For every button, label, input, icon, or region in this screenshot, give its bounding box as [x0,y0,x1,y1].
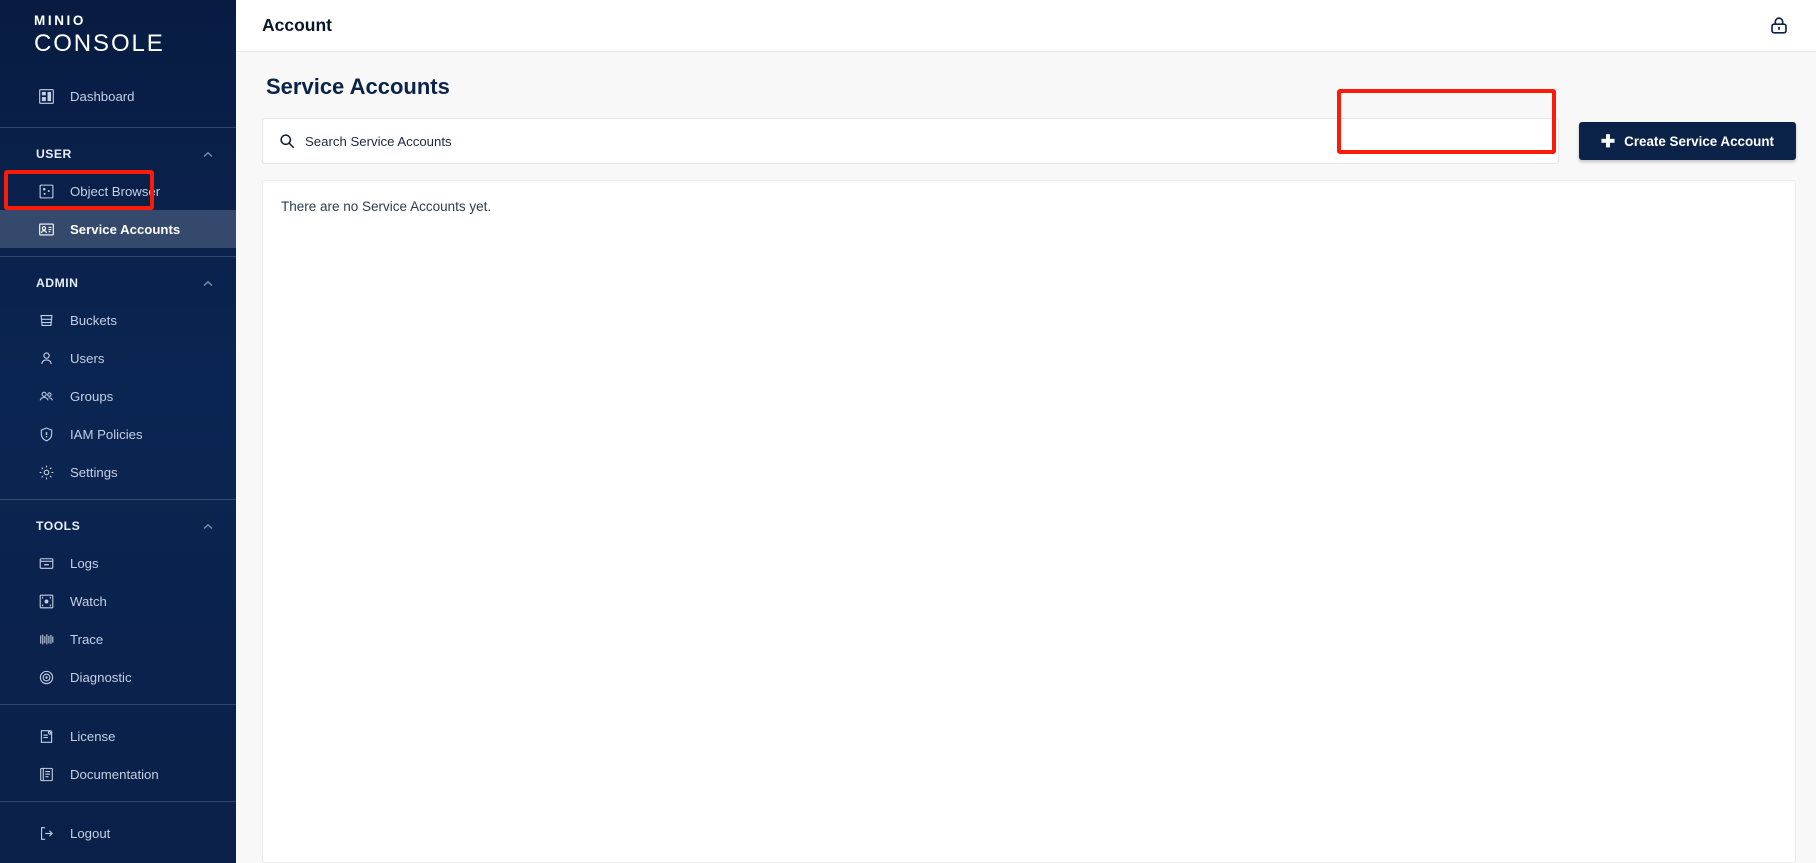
logo-minio-text: MINIO [34,13,86,28]
groups-icon [36,386,56,406]
sidebar-item-dashboard[interactable]: Dashboard [0,77,236,115]
trace-icon [36,629,56,649]
object-browser-icon [36,181,56,201]
sidebar-item-groups[interactable]: Groups [0,377,236,415]
chevron-up-icon[interactable] [202,277,214,289]
sidebar-item-label: Trace [70,631,104,647]
plus-icon: ✚ [1600,131,1616,151]
sidebar-item-logout[interactable]: Logout [0,814,236,852]
sidebar-item-settings[interactable]: Settings [0,453,236,491]
sidebar-item-label: Watch [70,593,107,609]
sidebar-section-admin[interactable]: ADMIN [0,265,236,301]
sidebar-section-title: USER [36,147,72,162]
sidebar-divider [0,499,236,501]
logo-console-text: CONSOLE [34,29,165,57]
search-container[interactable] [262,118,1559,164]
create-button-area: ✚ Create Service Account [1559,118,1796,164]
sidebar-item-users[interactable]: Users [0,339,236,377]
sidebar-nav: Dashboard USER Object Browser Service Ac… [0,77,236,852]
sidebar-divider [0,127,236,129]
sidebar-item-object-browser[interactable]: Object Browser [0,172,236,210]
gear-icon [36,462,56,482]
sidebar-section-title: TOOLS [36,519,81,534]
logout-icon [36,823,56,843]
sidebar-item-label: Settings [70,464,118,480]
sidebar-section-title: ADMIN [36,276,79,291]
logs-icon [36,553,56,573]
lock-icon[interactable] [1762,9,1796,43]
watch-icon [36,591,56,611]
empty-state-message: There are no Service Accounts yet. [281,199,492,214]
sidebar-item-label: Buckets [70,312,117,328]
sidebar-item-logs[interactable]: Logs [0,544,236,582]
sidebar-item-diagnostic[interactable]: Diagnostic [0,658,236,696]
sidebar-item-watch[interactable]: Watch [0,582,236,620]
sidebar-item-label: Groups [70,388,114,404]
sidebar-item-iam-policies[interactable]: IAM Policies [0,415,236,453]
sidebar-item-label: Logs [70,555,99,571]
toolbar-row: ✚ Create Service Account [262,118,1796,164]
sidebar-item-label: Logout [70,825,111,841]
sidebar-item-label: IAM Policies [70,426,143,442]
sidebar-item-license[interactable]: License [0,717,236,755]
service-accounts-panel: There are no Service Accounts yet. [262,180,1796,863]
sidebar-item-buckets[interactable]: Buckets [0,301,236,339]
sidebar-section-tools[interactable]: TOOLS [0,508,236,544]
sidebar-item-label: Users [70,350,105,366]
sidebar-item-documentation[interactable]: Documentation [0,755,236,793]
logo: MINIO CONSOLE [0,0,236,57]
sidebar-item-label: Service Accounts [70,221,181,237]
create-service-account-label: Create Service Account [1624,133,1774,149]
sidebar-item-label: License [70,728,116,744]
search-input[interactable] [305,119,1558,163]
create-service-account-button[interactable]: ✚ Create Service Account [1578,122,1796,160]
topbar: Account [236,0,1816,52]
content-area: Service Accounts ✚ Create Service Accoun… [236,52,1816,863]
diagnostic-icon [36,667,56,687]
sidebar-item-label: Documentation [70,766,159,782]
license-icon [36,726,56,746]
main-area: Account Service Accounts Search Service … [236,0,1816,863]
service-accounts-icon [36,219,56,239]
dashboard-icon [36,86,56,106]
user-icon [36,348,56,368]
shield-icon [36,424,56,444]
sidebar-item-label: Object Browser [70,183,161,199]
documentation-icon [36,764,56,784]
sidebar-divider [0,256,236,258]
sidebar-item-trace[interactable]: Trace [0,620,236,658]
page-title: Service Accounts [266,74,450,99]
search-icon [279,133,295,149]
page-header-title: Account [262,15,332,35]
chevron-up-icon[interactable] [202,148,214,160]
chevron-up-icon[interactable] [202,520,214,532]
sidebar-item-service-accounts[interactable]: Service Accounts [0,210,236,249]
sidebar-item-label: Diagnostic [70,669,132,685]
bucket-icon [36,310,56,330]
sidebar-item-label: Dashboard [70,88,135,104]
sidebar-section-user[interactable]: USER [0,136,236,172]
app-root: MINIO CONSOLE Dashboard USER Object Brow… [0,0,1816,863]
sidebar: MINIO CONSOLE Dashboard USER Object Brow… [0,0,236,863]
